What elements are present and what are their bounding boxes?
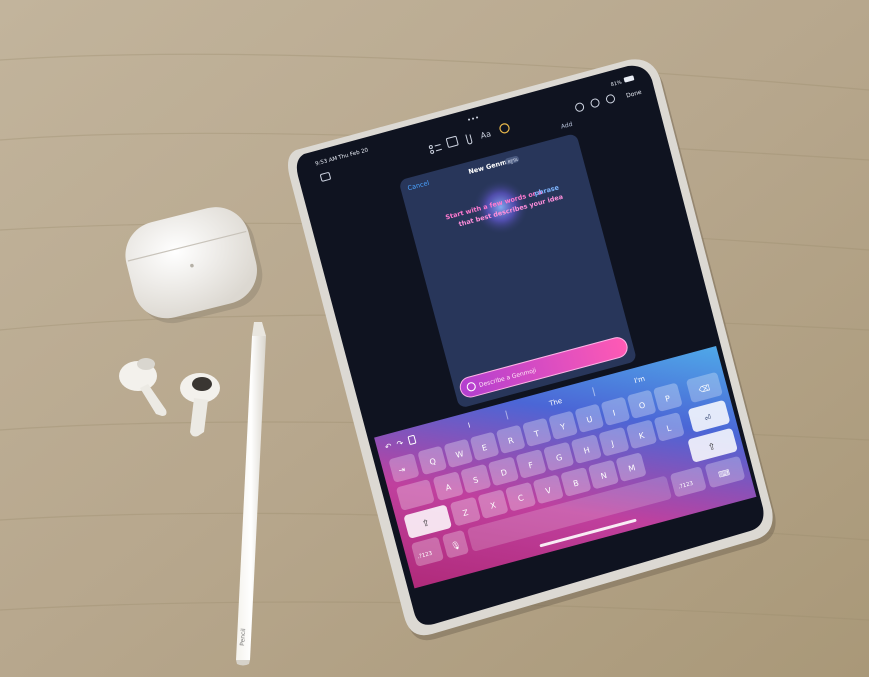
- pencil-brand-label: Pencil: [239, 628, 247, 646]
- photo-scene: Pencil 9:53 AM Thu Feb 20 81% ••• Aa Don…: [0, 0, 869, 677]
